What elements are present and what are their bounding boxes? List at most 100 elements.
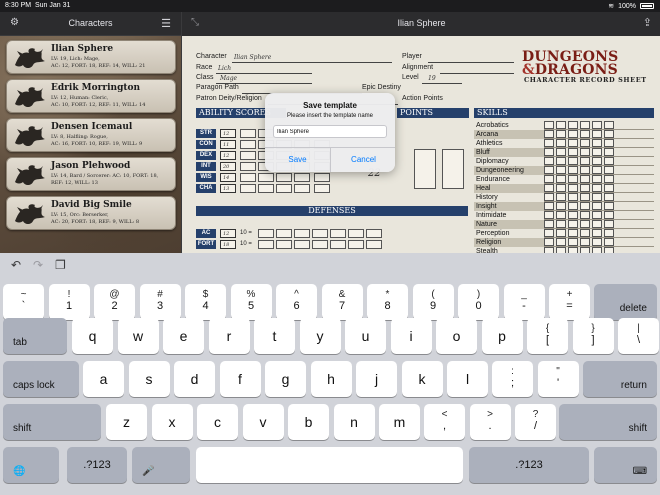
skill-cell[interactable] bbox=[544, 175, 554, 183]
defense-cell[interactable] bbox=[258, 229, 274, 238]
stat-cell[interactable] bbox=[240, 184, 256, 193]
key[interactable]: t bbox=[254, 318, 295, 354]
skill-cell[interactable] bbox=[556, 157, 566, 165]
skill-cell[interactable] bbox=[568, 202, 578, 210]
key[interactable]: $4 bbox=[185, 284, 226, 320]
key[interactable]: q bbox=[72, 318, 113, 354]
stat-value[interactable]: 13 bbox=[220, 184, 236, 193]
stat-cell[interactable] bbox=[240, 162, 256, 171]
cancel-button[interactable]: Cancel bbox=[331, 147, 396, 172]
skill-cell[interactable] bbox=[568, 121, 578, 129]
share-icon[interactable]: ⇪ bbox=[643, 16, 652, 29]
key[interactable]: b bbox=[288, 404, 329, 440]
skill-cell[interactable] bbox=[556, 229, 566, 237]
defense-cell[interactable] bbox=[312, 240, 328, 249]
skill-cell[interactable] bbox=[592, 184, 602, 192]
template-name-input[interactable] bbox=[273, 125, 387, 138]
menu-icon[interactable]: ☰ bbox=[161, 17, 171, 30]
skill-cell[interactable] bbox=[568, 175, 578, 183]
skill-cell[interactable] bbox=[604, 166, 614, 174]
key[interactable]: ? / bbox=[515, 404, 556, 440]
defense-cell[interactable] bbox=[276, 240, 292, 249]
key[interactable]: g bbox=[265, 361, 306, 397]
key[interactable]: % 5 bbox=[230, 284, 272, 320]
skill-cell[interactable] bbox=[544, 238, 554, 246]
key[interactable]: m bbox=[379, 404, 420, 440]
skill-cell[interactable] bbox=[580, 193, 590, 201]
stat-cell[interactable] bbox=[240, 173, 256, 182]
skill-cell[interactable] bbox=[592, 211, 602, 219]
key[interactable]: + = bbox=[549, 284, 590, 320]
defense-cell[interactable] bbox=[294, 229, 310, 238]
character-card[interactable]: David Big Smile LV: 15, Orc: Berserker, AC… bbox=[6, 196, 176, 230]
undo-icon[interactable]: ↶ bbox=[11, 258, 21, 272]
key[interactable]: }] bbox=[572, 318, 614, 354]
stat-cell[interactable] bbox=[258, 184, 274, 193]
stat-cell[interactable] bbox=[258, 173, 274, 182]
stat-cell[interactable] bbox=[240, 129, 256, 138]
skill-cell[interactable] bbox=[604, 157, 614, 165]
shift-right-key[interactable]: shift bbox=[559, 404, 657, 440]
skill-cell[interactable] bbox=[580, 157, 590, 165]
caps-lock-key[interactable]: caps lock bbox=[3, 361, 79, 397]
skill-cell[interactable] bbox=[544, 166, 554, 174]
key[interactable]: @2 bbox=[94, 284, 135, 320]
dictation-key[interactable]: 🎤 bbox=[132, 447, 190, 483]
defense-value[interactable]: 18 bbox=[220, 240, 236, 249]
skill-cell[interactable] bbox=[556, 238, 566, 246]
key[interactable]: x bbox=[151, 404, 193, 440]
key[interactable]: p bbox=[481, 318, 523, 354]
skill-cell[interactable] bbox=[580, 238, 590, 246]
skill-cell[interactable] bbox=[556, 211, 566, 219]
key[interactable]: _ - bbox=[503, 284, 545, 320]
skill-cell[interactable] bbox=[544, 184, 554, 192]
key[interactable]: e bbox=[163, 318, 204, 354]
tab-key[interactable]: tab bbox=[3, 318, 67, 354]
hide-keyboard-key[interactable]: ⌨ bbox=[594, 447, 657, 483]
shift-left-key[interactable]: shift bbox=[3, 404, 101, 440]
skill-cell[interactable] bbox=[556, 220, 566, 228]
skill-cell[interactable] bbox=[604, 121, 614, 129]
skill-cell[interactable] bbox=[544, 130, 554, 138]
stat-cell[interactable] bbox=[294, 184, 310, 193]
stat-value[interactable]: 11 bbox=[220, 140, 236, 149]
skill-cell[interactable] bbox=[604, 139, 614, 147]
character-card[interactable]: Edrik Morrington LV: 12, Human: Cleric, AC… bbox=[6, 79, 176, 113]
key[interactable]: f bbox=[219, 361, 261, 397]
stat-value[interactable]: 12 bbox=[220, 151, 236, 160]
skill-cell[interactable] bbox=[556, 184, 566, 192]
key[interactable]: ! 1 bbox=[48, 284, 90, 320]
stat-cell[interactable] bbox=[276, 184, 292, 193]
skill-cell[interactable] bbox=[580, 175, 590, 183]
skill-cell[interactable] bbox=[592, 193, 602, 201]
skill-cell[interactable] bbox=[592, 238, 602, 246]
defense-cell[interactable] bbox=[330, 240, 346, 249]
number-mode-left-key[interactable]: .?123 bbox=[67, 447, 127, 483]
stat-mod-cell[interactable] bbox=[314, 184, 330, 193]
stat-cell[interactable] bbox=[294, 173, 310, 182]
defense-cell[interactable] bbox=[348, 240, 364, 249]
skill-cell[interactable] bbox=[592, 130, 602, 138]
skill-cell[interactable] bbox=[568, 193, 578, 201]
skill-cell[interactable] bbox=[580, 139, 590, 147]
key[interactable]: c bbox=[197, 404, 238, 440]
skill-cell[interactable] bbox=[568, 184, 578, 192]
skill-cell[interactable] bbox=[544, 202, 554, 210]
skill-cell[interactable] bbox=[556, 130, 566, 138]
key[interactable]: z bbox=[106, 404, 147, 440]
skill-cell[interactable] bbox=[568, 211, 578, 219]
key[interactable]: * 8 bbox=[367, 284, 408, 320]
skill-cell[interactable] bbox=[604, 202, 614, 210]
paste-icon[interactable]: ❐ bbox=[55, 258, 66, 272]
key[interactable]: " ' bbox=[537, 361, 579, 397]
space-bar[interactable] bbox=[196, 447, 463, 483]
skill-cell[interactable] bbox=[580, 220, 590, 228]
skill-cell[interactable] bbox=[580, 121, 590, 129]
defense-cell[interactable] bbox=[312, 229, 328, 238]
skill-cell[interactable] bbox=[568, 148, 578, 156]
skill-cell[interactable] bbox=[592, 148, 602, 156]
key[interactable]: d bbox=[174, 361, 215, 397]
skill-cell[interactable] bbox=[604, 211, 614, 219]
number-mode-right-key[interactable]: .?123 bbox=[469, 447, 589, 483]
skill-cell[interactable] bbox=[544, 211, 554, 219]
